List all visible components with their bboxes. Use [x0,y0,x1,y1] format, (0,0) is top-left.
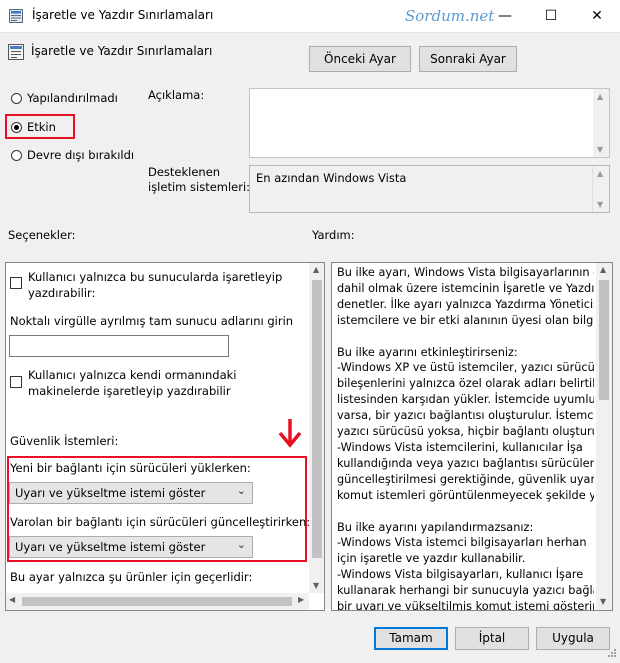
help-section-label: Yardım: [312,228,355,242]
options-vscroll-thumb[interactable] [312,280,322,558]
existing-connection-value: Uyarı ve yükseltme istemi göster [15,540,206,554]
comment-scrollbar[interactable]: ▲ ▼ [593,89,609,157]
policy-icon [9,9,23,23]
radio-not-configured[interactable] [11,93,22,104]
scroll-down-icon[interactable]: ▼ [597,145,603,154]
restrict-servers-line2: yazdırabilir: [28,286,96,300]
options-hscroll-thumb[interactable] [22,597,292,606]
help-line: listesinden karşıdan yükler. İstemcide u… [337,393,594,407]
help-line: -Windows Vista istemci bilgisayarları he… [337,536,587,550]
label-disabled: Devre dışı bırakıldı [27,148,135,162]
options-section-label: Seçenekler: [8,228,76,242]
previous-setting-button[interactable]: Önceki Ayar [309,46,411,72]
help-line: kullandığında veya yazıcı bağlantısı sür… [337,456,594,470]
supported-label-line1: Desteklenen [148,165,221,179]
supported-os-value: En azından Windows Vista [256,171,407,185]
new-connection-select[interactable]: Uyarı ve yükseltme istemi göster ⌄ [9,482,253,504]
label-enabled: Etkin [27,120,56,134]
help-line: -Windows Vista istemcilerini, kullanıcıl… [337,440,583,454]
help-panel: Bu ilke ayarı, Windows Vista bilgisayarl… [331,262,613,611]
help-line: güncelleştirilmesi gerektiğinde, güvenli… [337,472,594,486]
forest-only-line2: makinelerde işaretleyip yazdırabilir [28,384,231,398]
help-line: varsa, bir yazıcı bağlantısı oluşturulur… [337,409,594,423]
scroll-up-icon[interactable]: ▲ [597,92,603,101]
next-setting-button[interactable]: Sonraki Ayar [419,46,517,72]
applies-to-label: Bu ayar yalnızca şu ürünler için geçerli… [10,570,253,584]
ok-button[interactable]: Tamam [374,627,448,650]
maximize-button[interactable]: ☐ [528,0,574,32]
server-list-input[interactable] [9,335,229,357]
scroll-left-icon[interactable]: ◀ [9,595,15,604]
security-prompts-label: Güvenlik İstemleri: [10,434,119,448]
scroll-down-icon[interactable]: ▼ [313,581,319,590]
watermark: Sordum.net [405,7,495,25]
help-line: yazıcı sürücüsü yoksa, hiçbir bağlantı o… [337,425,594,439]
restrict-servers-line1: Kullanıcı yalnızca bu sunucularda işaret… [28,270,283,284]
supported-scrollbar[interactable]: ▲ ▼ [592,166,609,212]
options-hscrollbar[interactable]: ◀ ▶ [6,593,309,610]
scroll-up-icon[interactable]: ▲ [313,265,319,274]
new-connection-label: Yeni bir bağlantı için sürücüleri yükler… [10,461,251,475]
chevron-down-icon: ⌄ [236,538,246,551]
checkbox-forest-only[interactable] [10,376,22,388]
options-vscrollbar[interactable]: ▲ ▼ [309,263,324,593]
policy-setting-icon [8,44,24,60]
existing-connection-select[interactable]: Uyarı ve yükseltme istemi göster ⌄ [9,536,253,558]
close-button[interactable]: ✕ [574,0,620,32]
options-panel: Kullanıcı yalnızca bu sunucularda işaret… [5,262,325,611]
forest-only-line1: Kullanıcı yalnızca kendi ormanındaki [28,368,237,382]
checkbox-restrict-servers[interactable] [10,277,22,289]
cancel-button[interactable]: İptal [455,627,529,650]
existing-connection-label: Varolan bir bağlantı için sürücüleri gün… [10,515,311,529]
comment-label: Açıklama: [148,88,205,102]
help-line: dahil olmak üzere istemcinin İşaretle ve… [337,281,594,295]
help-line: için işaretle ve yazdır kullanabilir. [337,552,526,566]
scroll-down-icon[interactable]: ▼ [597,200,603,209]
resize-grip-icon[interactable] [605,648,617,660]
radio-disabled[interactable] [11,150,22,161]
supported-label-line2: işletim sistemleri: [148,180,251,194]
new-connection-value: Uyarı ve yükseltme istemi göster [15,486,206,500]
radio-enabled[interactable] [11,122,22,133]
help-line: denetler. İlke ayarı yalnızca Yazdırma Y… [337,297,594,311]
help-line: komut istemleri görüntülenmeyecek şekild… [337,488,594,502]
scroll-right-icon[interactable]: ▶ [298,595,304,604]
apply-button[interactable]: Uygula [536,627,610,650]
supported-os-field: En azından Windows Vista ▲ ▼ [249,165,610,213]
label-not-configured: Yapılandırılmadı [27,91,118,105]
scroll-up-icon[interactable]: ▲ [597,169,603,178]
title-bar: İşaretle ve Yazdır Sınırlamaları Sordum.… [0,0,620,33]
chevron-down-icon: ⌄ [236,484,246,497]
help-line [337,329,594,345]
help-line: -Windows Vista bilgisayarları, kullanıcı… [337,568,584,582]
help-line: Bu ilke ayarı, Windows Vista bilgisayarl… [337,266,594,279]
help-line [337,504,594,520]
help-line: Bu ilke ayarını yapılandırmazsanız: [337,520,534,534]
window-title: İşaretle ve Yazdır Sınırlamaları [32,8,214,22]
help-line: istemcilere ve bir etki alanının üyesi o… [337,313,594,327]
minimize-button[interactable]: — [482,0,528,32]
help-text: Bu ilke ayarı, Windows Vista bilgisayarl… [337,265,594,611]
help-line: -Windows XP ve üstü istemciler, yazıcı s… [337,361,594,375]
help-line: Bu ilke ayarını etkinleştirirseniz: [337,345,518,359]
scroll-up-icon[interactable]: ▲ [600,265,606,274]
help-vscroll-thumb[interactable] [599,280,609,400]
help-line: bileşenlerini yalnızca özel olarak adlar… [337,377,594,391]
help-line: bir uyarı ve yükseltilmiş komut istemi g… [337,600,594,611]
server-list-label: Noktalı virgülle ayrılmış tam sunucu adl… [10,314,294,328]
comment-textarea[interactable]: ▲ ▼ [249,88,610,158]
scroll-down-icon[interactable]: ▼ [600,597,606,606]
help-line: kullanarak herhangi bir sunucuyla yazıcı… [337,584,594,598]
help-vscrollbar[interactable]: ▲ ▼ [596,263,612,610]
policy-name: İşaretle ve Yazdır Sınırlamaları [31,44,213,58]
red-down-arrow-icon [278,419,302,448]
